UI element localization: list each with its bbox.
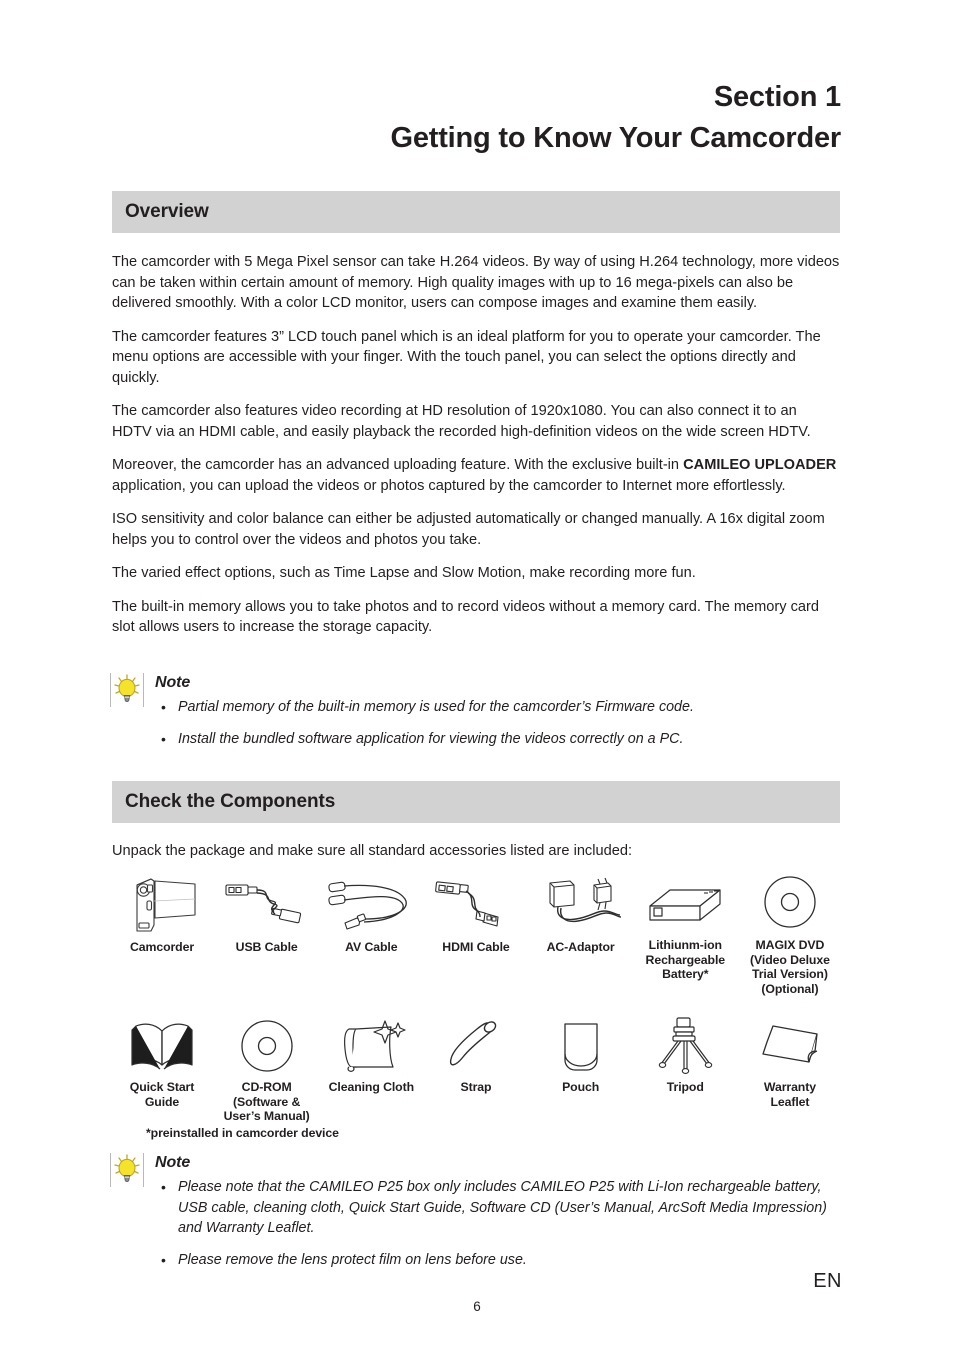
paragraph-text: The camcorder with 5 Mega Pixel sensor c… <box>112 254 840 311</box>
note-item: • Please note that the CAMILEO P25 box on… <box>155 1177 840 1239</box>
av-cable-icon <box>321 872 421 940</box>
paragraph-text: ISO sensitivity and color balance can ei… <box>112 511 825 548</box>
component-label: MAGIX DVD (Video Deluxe Trial Version) (… <box>750 938 830 996</box>
component-cell: AC-Adaptor <box>531 872 631 955</box>
note-item: • Install the bundled software applicatio… <box>155 729 840 750</box>
paragraph-text: The varied effect options, such as Time … <box>112 565 696 581</box>
paragraph-text: Moreover, the camcorder has an advanced … <box>112 457 684 473</box>
bullet-marker: • <box>161 1179 166 1195</box>
components-heading: Check the Components <box>125 791 336 812</box>
component-cell: USB Cable <box>217 872 317 955</box>
component-cell: Camcorder <box>112 872 212 955</box>
component-cell: Warranty Leaflet <box>740 1012 840 1109</box>
document-page: Section 1 Getting to Know Your Camcorder… <box>0 0 954 1350</box>
strap-icon <box>426 1012 526 1080</box>
footer-language: EN <box>813 1270 842 1292</box>
battery-icon <box>635 872 735 930</box>
hdmi-cable-icon <box>426 872 526 940</box>
cdrom-disc-icon <box>217 1012 317 1080</box>
note-body: Note • Please note that the CAMILEO P25 b… <box>155 1153 840 1270</box>
note-body: Note • Partial memory of the built-in mem… <box>155 673 840 749</box>
component-cell: Cleaning Cloth <box>321 1012 421 1095</box>
component-label: Tripod <box>666 1080 704 1094</box>
overview-body: The camcorder with 5 Mega Pixel sensor c… <box>112 252 840 651</box>
pouch-icon <box>531 1012 631 1080</box>
overview-note: Note • Partial memory of the built-in mem… <box>110 673 840 760</box>
component-row: Camcorder USB Cable AV Cable HDMI Cable … <box>112 872 840 996</box>
note-list: • Please note that the CAMILEO P25 box on… <box>155 1177 840 1270</box>
component-cell: AV Cable <box>321 872 421 955</box>
component-label: Cleaning Cloth <box>328 1080 414 1094</box>
component-cell: Strap <box>426 1012 526 1095</box>
component-label: Warranty Leaflet <box>763 1080 816 1109</box>
ac-adaptor-icon <box>531 872 631 940</box>
lightbulb-icon <box>110 1153 144 1187</box>
booklet-icon <box>112 1012 212 1080</box>
note-item-text: Please note that the CAMILEO P25 box onl… <box>178 1179 827 1236</box>
components-row-1: Camcorder USB Cable AV Cable HDMI Cable … <box>112 872 840 996</box>
emphasis-text: CAMILEO UPLOADER <box>683 457 837 473</box>
components-note: Note • Please note that the CAMILEO P25 b… <box>110 1153 840 1281</box>
components-intro: Unpack the package and make sure all sta… <box>112 841 840 875</box>
overview-paragraph: The camcorder features 3” LCD touch pane… <box>112 327 840 389</box>
components-intro-text: Unpack the package and make sure all sta… <box>112 843 632 859</box>
paragraph-text: The camcorder also features video record… <box>112 403 811 440</box>
usb-cable-icon <box>217 872 317 940</box>
component-label: Camcorder <box>129 940 195 954</box>
note-item-text: Install the bundled software application… <box>178 730 684 747</box>
overview-paragraph: ISO sensitivity and color balance can ei… <box>112 509 840 550</box>
paragraph-text: The camcorder features 3” LCD touch pane… <box>112 328 821 386</box>
note-list: • Partial memory of the built-in memory i… <box>155 697 840 749</box>
component-label: Pouch <box>562 1080 600 1094</box>
component-label: AV Cable <box>345 940 398 954</box>
note-item: • Partial memory of the built-in memory i… <box>155 697 840 718</box>
page-title: Getting to Know Your Camcorder <box>390 122 841 154</box>
bullet-marker: • <box>161 699 166 715</box>
components-footnote: *preinstalled in camcorder device <box>146 1126 339 1140</box>
camcorder-icon <box>112 872 212 940</box>
component-label: Lithiunm-ion Rechargeable Battery* <box>645 938 726 981</box>
dvd-disc-icon <box>740 872 840 930</box>
component-cell: Quick Start Guide <box>112 1012 212 1109</box>
cleaning-cloth-icon <box>321 1012 421 1080</box>
note-item: • Please remove the lens protect film on … <box>155 1250 840 1271</box>
component-cell: CD-ROM (Software & User’s Manual) <box>217 1012 317 1124</box>
bullet-marker: • <box>161 730 166 747</box>
note-title: Note <box>155 674 191 691</box>
component-cell: HDMI Cable <box>426 872 526 955</box>
page-number: 6 <box>473 1299 481 1314</box>
note-item-text: Please remove the lens protect film on l… <box>178 1251 527 1268</box>
overview-paragraph: Moreover, the camcorder has an advanced … <box>112 455 840 496</box>
overview-paragraph: The camcorder with 5 Mega Pixel sensor c… <box>112 252 840 314</box>
page-title-block: Section 1 Getting to Know Your Camcorder <box>108 78 841 158</box>
component-cell: Tripod <box>635 1012 735 1095</box>
overview-paragraph: The built-in memory allows you to take p… <box>112 597 840 638</box>
component-cell: Lithiunm-ion Rechargeable Battery* <box>635 872 735 982</box>
component-label: Strap <box>460 1080 492 1094</box>
tripod-icon <box>635 1012 735 1080</box>
components-section-header: Check the Components <box>112 781 840 823</box>
overview-paragraph: The camcorder also features video record… <box>112 401 840 442</box>
component-label: Quick Start Guide <box>129 1080 195 1109</box>
lightbulb-icon <box>110 673 144 707</box>
note-item-text: Partial memory of the built-in memory is… <box>178 699 694 715</box>
component-row: Quick Start Guide CD-ROM (Software & Use… <box>112 1012 840 1124</box>
component-label: USB Cable <box>235 940 298 954</box>
paragraph-text: application, you can upload the videos o… <box>112 477 786 494</box>
note-title: Note <box>155 1154 191 1171</box>
component-label: CD-ROM (Software & User’s Manual) <box>223 1080 310 1123</box>
overview-paragraph: The varied effect options, such as Time … <box>112 563 840 584</box>
component-cell: Pouch <box>531 1012 631 1095</box>
section-label: Section 1 <box>713 81 841 113</box>
overview-heading: Overview <box>125 201 209 222</box>
bullet-marker: • <box>161 1251 166 1268</box>
component-label: AC-Adaptor <box>546 940 615 954</box>
warranty-leaflet-icon <box>740 1012 840 1080</box>
paragraph-text: The built-in memory allows you to take p… <box>112 598 820 636</box>
component-label: HDMI Cable <box>442 940 510 954</box>
component-cell: MAGIX DVD (Video Deluxe Trial Version) (… <box>740 872 840 996</box>
components-row-2: Quick Start Guide CD-ROM (Software & Use… <box>112 1012 840 1124</box>
overview-section-header: Overview <box>112 191 840 233</box>
